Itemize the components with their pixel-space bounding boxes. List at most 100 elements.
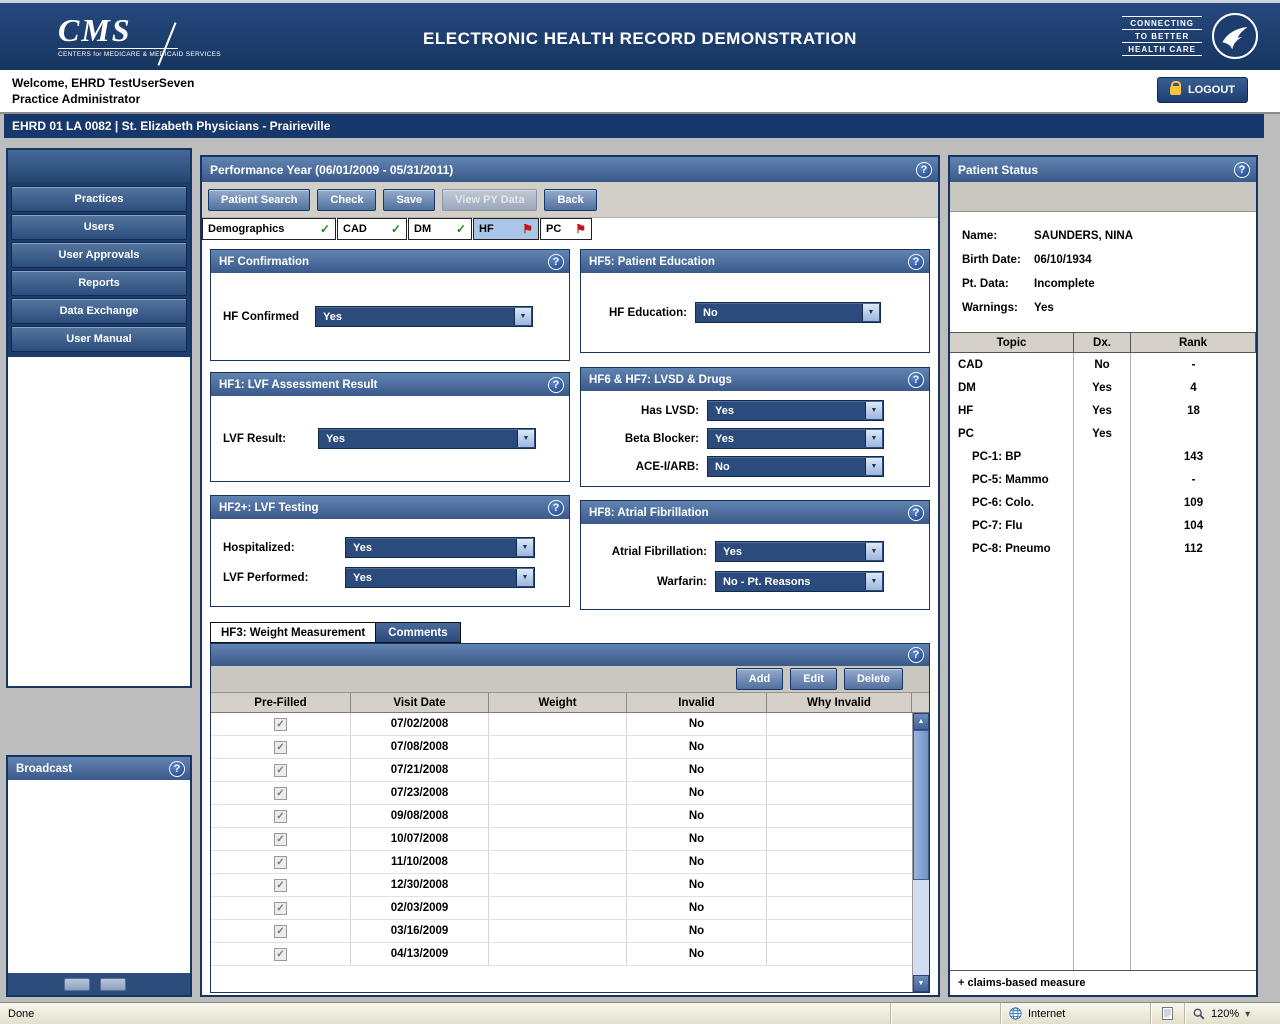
tab-label: DM	[414, 223, 431, 235]
sidebar-item-reports[interactable]: Reports	[11, 270, 187, 296]
warfarin-select[interactable]: No - Pt. Reasons	[715, 571, 884, 592]
chevron-down-icon[interactable]	[516, 539, 533, 556]
performance-year-header: Performance Year (06/01/2009 - 05/31/201…	[202, 157, 938, 182]
hf-confirmation-help-icon[interactable]	[548, 254, 564, 270]
field-hf-education: HF Education: No	[581, 302, 929, 323]
vertical-scrollbar[interactable]	[912, 713, 929, 992]
edit-button[interactable]: Edit	[790, 668, 837, 690]
chevron-down-icon[interactable]	[865, 458, 882, 475]
tab-label: Demographics	[208, 223, 284, 235]
back-button[interactable]: Back	[544, 189, 596, 211]
ace-i-arb-select[interactable]: No	[707, 456, 884, 477]
chevron-down-icon[interactable]	[865, 573, 882, 590]
chevron-down-icon[interactable]	[862, 304, 879, 321]
weight-help-icon[interactable]	[908, 647, 924, 663]
weight-row: 11/10/2008 No	[211, 851, 912, 874]
scrollbar-track[interactable]	[913, 880, 929, 975]
tab-comments[interactable]: Comments	[376, 622, 460, 643]
sidebar-item-users[interactable]: Users	[11, 214, 187, 240]
topic-row: PC-1: BP 143	[950, 445, 1256, 468]
patient-fields: Name: SAUNDERS, NINA Birth Date: 06/10/1…	[950, 212, 1256, 326]
tab-hf[interactable]: HF	[473, 218, 539, 240]
tab-hf3-weight-measurement[interactable]: HF3: Weight Measurement	[210, 622, 376, 643]
hf8-help-icon[interactable]	[908, 505, 924, 521]
sidebar-item-data-exchange[interactable]: Data Exchange	[11, 298, 187, 324]
save-button[interactable]: Save	[383, 189, 435, 211]
weight-panel-header	[211, 644, 929, 666]
hf-confirmed-select[interactable]: Yes	[315, 306, 533, 327]
security-zone-pane: Internet	[1000, 1003, 1150, 1024]
chevron-down-icon[interactable]	[517, 430, 534, 447]
chevron-down-icon[interactable]	[865, 543, 882, 560]
zoom-control[interactable]: 120%	[1184, 1003, 1280, 1024]
check-button[interactable]: Check	[317, 189, 376, 211]
patient-status-help-icon[interactable]	[1234, 162, 1250, 178]
prefilled-checkbox[interactable]	[274, 741, 287, 754]
delete-button[interactable]: Delete	[844, 668, 903, 690]
tab-cad[interactable]: CAD	[337, 218, 407, 240]
broadcast-prev-button[interactable]	[64, 978, 90, 991]
performance-year-panel: Performance Year (06/01/2009 - 05/31/201…	[200, 155, 940, 997]
check-icon	[456, 223, 466, 235]
hf5-help-icon[interactable]	[908, 254, 924, 270]
prefilled-checkbox[interactable]	[274, 764, 287, 777]
weight-tabs: HF3: Weight Measurement Comments	[210, 622, 461, 643]
broadcast-header: Broadcast	[8, 757, 190, 780]
app-banner: CMS CENTERS for MEDICARE & MEDICAID SERV…	[0, 0, 1280, 70]
selected-value: Yes	[353, 542, 372, 554]
sidebar-item-user-manual[interactable]: User Manual	[11, 326, 187, 352]
hospitalized-select[interactable]: Yes	[345, 537, 535, 558]
lvf-performed-select[interactable]: Yes	[345, 567, 535, 588]
hf2-help-icon[interactable]	[548, 500, 564, 516]
patient-search-button[interactable]: Patient Search	[208, 189, 310, 211]
prefilled-checkbox[interactable]	[274, 948, 287, 961]
prefilled-checkbox[interactable]	[274, 810, 287, 823]
prefilled-checkbox[interactable]	[274, 902, 287, 915]
sidebar-item-practices[interactable]: Practices	[11, 186, 187, 212]
scrollbar-thumb[interactable]	[913, 730, 929, 880]
weight-row: 07/23/2008 No	[211, 782, 912, 805]
hf1-lvf-assessment-group: HF1: LVF Assessment Result LVF Result: Y…	[210, 372, 570, 482]
performance-year-help-icon[interactable]	[916, 162, 932, 178]
status-done: Done	[0, 1008, 890, 1020]
sidebar-filler	[8, 357, 190, 686]
prefilled-checkbox[interactable]	[274, 879, 287, 892]
chevron-down-icon[interactable]	[514, 308, 531, 325]
prefilled-checkbox[interactable]	[274, 925, 287, 938]
broadcast-panel: Broadcast	[6, 755, 192, 997]
logout-label: LOGOUT	[1188, 84, 1235, 96]
lvf-result-select[interactable]: Yes	[318, 428, 536, 449]
sidebar-item-user-approvals[interactable]: User Approvals	[11, 242, 187, 268]
prefilled-checkbox[interactable]	[274, 856, 287, 869]
topic-row: PC Yes	[950, 422, 1256, 445]
page-icon-pane	[1150, 1003, 1184, 1024]
logout-button[interactable]: LOGOUT	[1157, 77, 1248, 103]
patient-birthdate-row: Birth Date: 06/10/1934	[962, 248, 1256, 272]
chevron-down-icon[interactable]	[865, 430, 882, 447]
chevron-down-icon[interactable]	[516, 569, 533, 586]
tab-pc[interactable]: PC	[540, 218, 592, 240]
tab-dm[interactable]: DM	[408, 218, 472, 240]
selected-value: No	[703, 307, 718, 319]
prefilled-checkbox[interactable]	[274, 833, 287, 846]
chevron-down-icon[interactable]	[865, 402, 882, 419]
broadcast-next-button[interactable]	[100, 978, 126, 991]
atrial-fibrillation-select[interactable]: Yes	[715, 541, 884, 562]
sidebar-top-band	[8, 150, 190, 182]
hf67-help-icon[interactable]	[908, 372, 924, 388]
scroll-down-button[interactable]	[913, 975, 929, 992]
has-lvsd-select[interactable]: Yes	[707, 400, 884, 421]
scroll-up-button[interactable]	[913, 713, 929, 730]
tab-demographics[interactable]: Demographics	[202, 218, 336, 240]
patient-warnings-row: Warnings: Yes	[962, 296, 1256, 320]
broadcast-help-icon[interactable]	[169, 761, 185, 777]
hf-education-select[interactable]: No	[695, 302, 881, 323]
field-lvf-result: LVF Result: Yes	[211, 428, 569, 449]
prefilled-checkbox[interactable]	[274, 718, 287, 731]
hf1-help-icon[interactable]	[548, 377, 564, 393]
add-button[interactable]: Add	[736, 668, 783, 690]
magnifier-icon	[1193, 1008, 1205, 1020]
prefilled-checkbox[interactable]	[274, 787, 287, 800]
claims-footnote: + claims-based measure	[950, 970, 1256, 995]
beta-blocker-select[interactable]: Yes	[707, 428, 884, 449]
